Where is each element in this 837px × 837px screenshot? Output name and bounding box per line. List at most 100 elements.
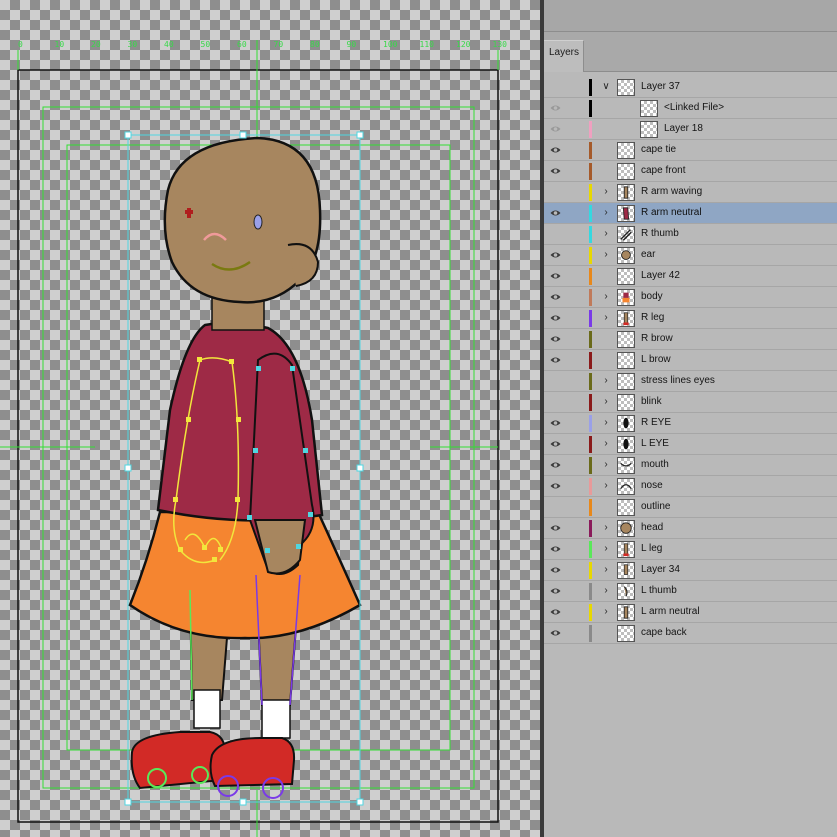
chevron-right-icon[interactable]: › [601, 375, 611, 387]
layer-row-r-arm-waving[interactable]: › R arm waving [544, 182, 837, 203]
layer-row-r-thumb[interactable]: › R thumb [544, 224, 837, 245]
layer-row-r-leg[interactable]: › R leg [544, 308, 837, 329]
chevron-right-icon[interactable]: › [601, 312, 611, 324]
visibility-toggle[interactable] [544, 203, 566, 224]
chevron-right-icon[interactable]: › [601, 543, 611, 555]
visibility-toggle[interactable] [544, 119, 566, 140]
visibility-toggle[interactable] [544, 623, 566, 644]
layer-row-cape-tie[interactable]: cape tie [544, 140, 837, 161]
layer-row-l-arm-neutral[interactable]: › L arm neutral [544, 602, 837, 623]
layer-row-l-eye[interactable]: › L EYE [544, 434, 837, 455]
layer-name[interactable]: Layer 37 [641, 81, 680, 92]
chevron-right-icon[interactable]: › [601, 396, 611, 408]
layer-name[interactable]: R arm neutral [641, 207, 702, 218]
layer-row-r-arm-neutral[interactable]: › R arm neutral [544, 203, 837, 224]
layer-row-cape-front[interactable]: cape front [544, 161, 837, 182]
layer-name[interactable]: L leg [641, 543, 662, 554]
visibility-toggle[interactable] [544, 161, 566, 182]
chevron-right-icon[interactable]: › [601, 585, 611, 597]
chevron-right-icon[interactable]: › [601, 459, 611, 471]
layer-row-l-thumb[interactable]: › L thumb [544, 581, 837, 602]
layer-row-l-leg[interactable]: › L leg [544, 539, 837, 560]
layer-row-layer-18[interactable]: Layer 18 [544, 119, 837, 140]
layer-name[interactable]: outline [641, 501, 670, 512]
artboard[interactable] [0, 0, 540, 837]
visibility-toggle[interactable] [544, 350, 566, 371]
visibility-toggle[interactable] [544, 518, 566, 539]
layer-row-nose[interactable]: › nose [544, 476, 837, 497]
visibility-toggle[interactable] [544, 98, 566, 119]
visibility-toggle[interactable] [544, 371, 566, 392]
visibility-toggle[interactable] [544, 308, 566, 329]
visibility-toggle[interactable] [544, 413, 566, 434]
layer-name[interactable]: nose [641, 480, 663, 491]
layer-row-l-brow[interactable]: L brow [544, 350, 837, 371]
chevron-right-icon[interactable]: › [601, 606, 611, 618]
layer-name[interactable]: R thumb [641, 228, 679, 239]
layer-row-cape-back[interactable]: cape back [544, 623, 837, 644]
layer-name[interactable]: Layer 42 [641, 270, 680, 281]
layer-name[interactable]: L brow [641, 354, 671, 365]
layer-name[interactable]: R brow [641, 333, 673, 344]
chevron-right-icon[interactable]: › [601, 522, 611, 534]
layer-row-body[interactable]: › body [544, 287, 837, 308]
chevron-down-icon[interactable]: ∨ [601, 81, 611, 93]
chevron-right-icon[interactable]: › [601, 480, 611, 492]
layer-name[interactable]: Layer 18 [664, 123, 703, 134]
layer-row-head[interactable]: › head [544, 518, 837, 539]
visibility-toggle[interactable] [544, 329, 566, 350]
chevron-right-icon[interactable]: › [601, 291, 611, 303]
layer-name[interactable]: blink [641, 396, 662, 407]
layer-name[interactable]: Layer 34 [641, 564, 680, 575]
visibility-toggle[interactable] [544, 497, 566, 518]
chevron-right-icon[interactable]: › [601, 207, 611, 219]
chevron-right-icon[interactable]: › [601, 564, 611, 576]
layer-name[interactable]: L thumb [641, 585, 677, 596]
layer-row-linked-file[interactable]: <Linked File> [544, 98, 837, 119]
chevron-right-icon[interactable]: › [601, 186, 611, 198]
layer-row-blink[interactable]: › blink [544, 392, 837, 413]
layer-row-outline[interactable]: outline [544, 497, 837, 518]
visibility-toggle[interactable] [544, 224, 566, 245]
layer-row-layer-34[interactable]: › Layer 34 [544, 560, 837, 581]
visibility-toggle[interactable] [544, 602, 566, 623]
visibility-toggle[interactable] [544, 245, 566, 266]
layer-row-layer-42[interactable]: Layer 42 [544, 266, 837, 287]
visibility-toggle[interactable] [544, 455, 566, 476]
visibility-toggle[interactable] [544, 287, 566, 308]
visibility-toggle[interactable] [544, 182, 566, 203]
visibility-toggle[interactable] [544, 77, 566, 98]
tab-layers[interactable]: Layers [544, 40, 584, 72]
visibility-toggle[interactable] [544, 266, 566, 287]
layer-name[interactable]: cape tie [641, 144, 676, 155]
chevron-right-icon[interactable]: › [601, 438, 611, 450]
visibility-toggle[interactable] [544, 539, 566, 560]
layer-name[interactable]: cape front [641, 165, 685, 176]
layer-row-layer-37[interactable]: ∨ Layer 37 [544, 77, 837, 98]
layer-name[interactable]: stress lines eyes [641, 375, 715, 386]
layer-row-stress-lines-eyes[interactable]: › stress lines eyes [544, 371, 837, 392]
canvas-area[interactable]: 0 10 20 30 40 50 60 70 80 90 100 110 120 130 [0, 0, 540, 837]
layer-name[interactable]: R leg [641, 312, 664, 323]
visibility-toggle[interactable] [544, 140, 566, 161]
layer-name[interactable]: ear [641, 249, 655, 260]
layer-name[interactable]: R EYE [641, 417, 671, 428]
visibility-toggle[interactable] [544, 476, 566, 497]
chevron-right-icon[interactable]: › [601, 417, 611, 429]
layer-name[interactable]: L arm neutral [641, 606, 700, 617]
layer-name[interactable]: cape back [641, 627, 687, 638]
layer-row-ear[interactable]: › ear [544, 245, 837, 266]
visibility-toggle[interactable] [544, 392, 566, 413]
layer-row-mouth[interactable]: › mouth [544, 455, 837, 476]
layer-row-r-eye[interactable]: › R EYE [544, 413, 837, 434]
layer-name[interactable]: head [641, 522, 663, 533]
visibility-toggle[interactable] [544, 434, 566, 455]
layer-name[interactable]: mouth [641, 459, 669, 470]
visibility-toggle[interactable] [544, 560, 566, 581]
chevron-right-icon[interactable]: › [601, 228, 611, 240]
visibility-toggle[interactable] [544, 581, 566, 602]
layer-name[interactable]: R arm waving [641, 186, 702, 197]
layer-row-r-brow[interactable]: R brow [544, 329, 837, 350]
layer-name[interactable]: body [641, 291, 663, 302]
layer-name[interactable]: <Linked File> [664, 102, 724, 113]
